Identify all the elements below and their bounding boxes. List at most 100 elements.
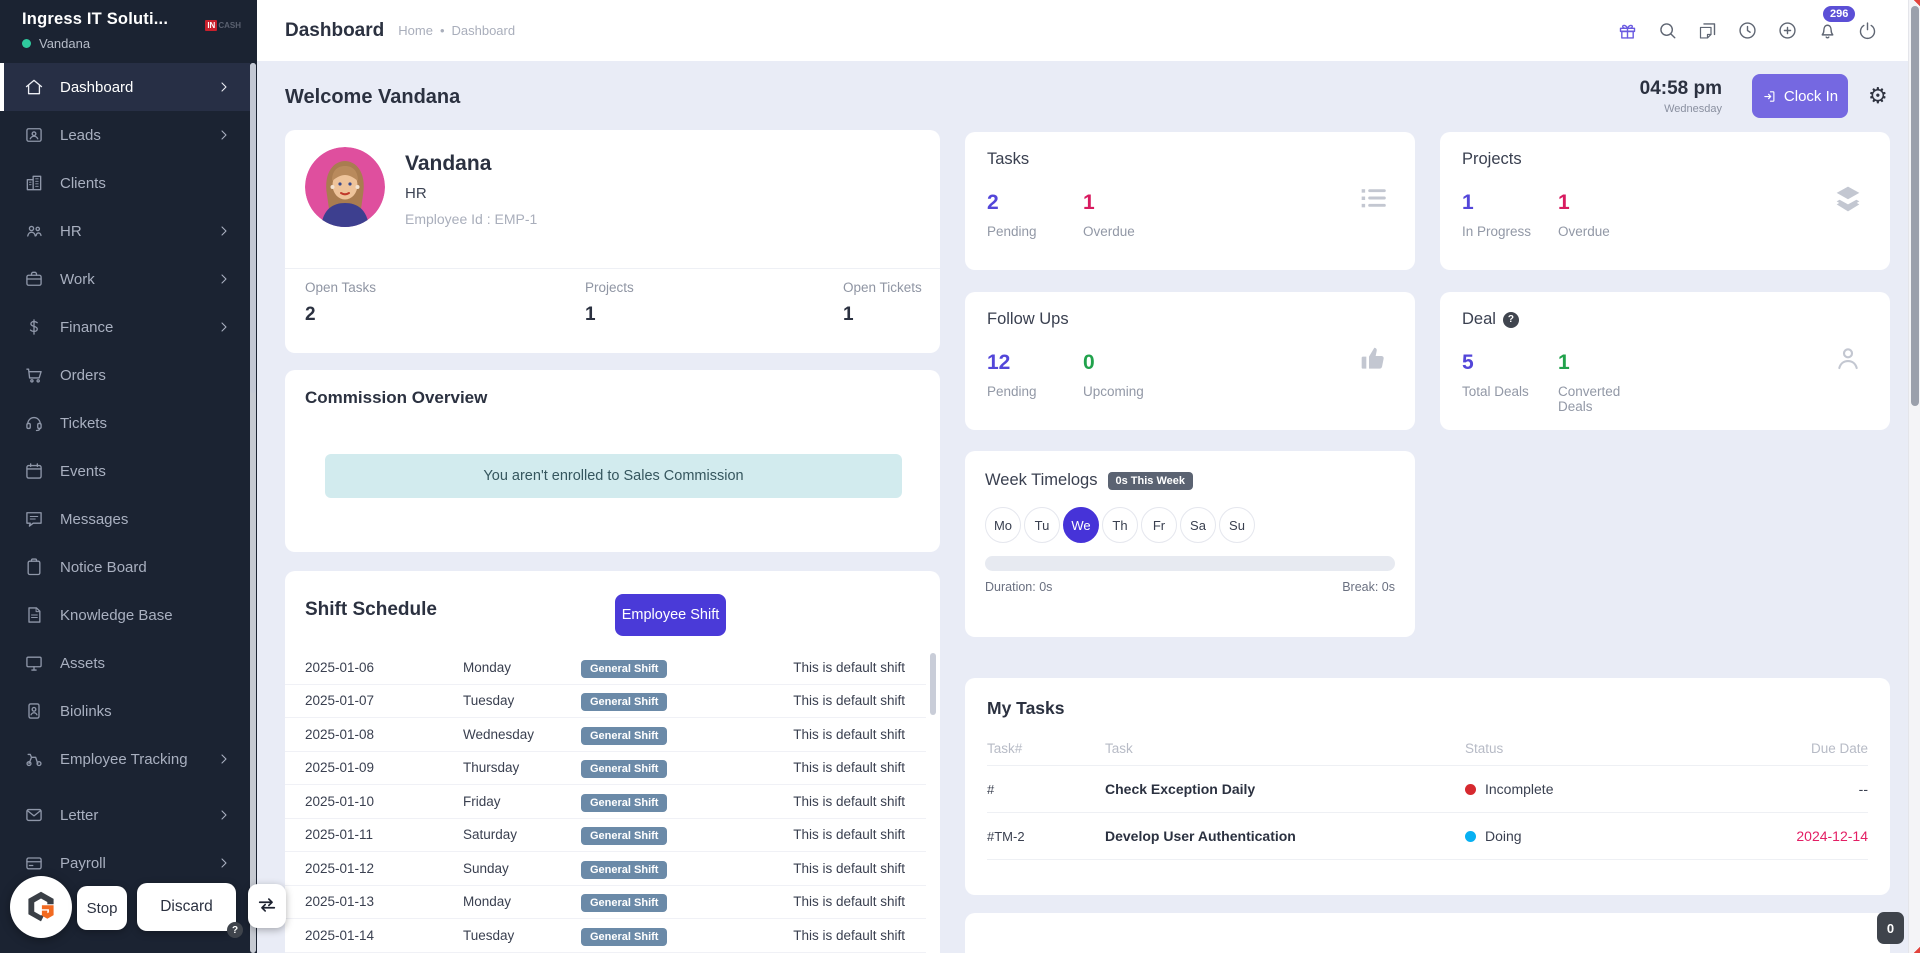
sidebar-item-tickets[interactable]: Tickets — [0, 399, 250, 447]
shift-badge: General Shift — [581, 760, 667, 778]
gear-icon[interactable]: ⚙ — [1868, 84, 1888, 109]
sidebar-item-leads[interactable]: Leads — [0, 111, 250, 159]
profile-name: Vandana — [405, 152, 491, 176]
sidebar-item-label: Assets — [60, 655, 232, 672]
sidebar-item-finance[interactable]: Finance — [0, 303, 250, 351]
sidebar-item-orders[interactable]: Orders — [0, 351, 250, 399]
metric-label: Overdue — [1558, 224, 1654, 239]
sidebar-scrollbar-thumb[interactable] — [250, 63, 256, 393]
task-row[interactable]: #TM-2Develop User AuthenticationDoing202… — [987, 813, 1868, 860]
page-scrollbar-thumb[interactable] — [1911, 6, 1919, 406]
extension-logo-button[interactable] — [10, 876, 72, 938]
sidebar-item-knowledge-base[interactable]: Knowledge Base — [0, 591, 250, 639]
sidebar-item-clients[interactable]: Clients — [0, 159, 250, 207]
breadcrumb-current: Dashboard — [452, 23, 516, 38]
search-icon[interactable] — [1657, 20, 1678, 41]
day-pill-mo[interactable]: Mo — [985, 507, 1021, 543]
week-timelogs-title: Week Timelogs — [985, 471, 1098, 490]
commission-overview-card: Commission Overview You aren't enrolled … — [285, 370, 940, 552]
notes-icon[interactable] — [1697, 20, 1718, 41]
metric-pending: 2Pending — [987, 191, 1083, 239]
history-icon[interactable] — [1737, 20, 1758, 41]
metric-value: 0 — [1083, 351, 1179, 375]
shift-note: This is default shift — [751, 928, 905, 943]
shift-note: This is default shift — [751, 760, 905, 775]
sidebar-item-employee-tracking[interactable]: Employee Tracking — [0, 735, 250, 783]
shift-note: This is default shift — [751, 693, 905, 708]
discard-button[interactable]: Discard — [137, 883, 236, 931]
metric-value: 1 — [1462, 191, 1558, 215]
brand-logo-primary: IN — [205, 20, 217, 31]
sidebar-item-hr[interactable]: HR — [0, 207, 250, 255]
sidebar-item-letter[interactable]: Letter — [0, 791, 250, 839]
shift-day: Tuesday — [463, 928, 581, 943]
timelog-break: Break: 0s — [1342, 580, 1395, 594]
shift-note: This is default shift — [751, 861, 905, 876]
metric-label: Overdue — [1083, 224, 1179, 239]
stat-label: Projects — [585, 280, 634, 295]
sidebar-item-dashboard[interactable]: Dashboard — [0, 63, 250, 111]
chevron-right-icon — [216, 319, 232, 335]
day-pill-tu[interactable]: Tu — [1024, 507, 1060, 543]
brand-header[interactable]: Ingress IT Soluti... IN CASH Vandana — [0, 0, 257, 63]
shift-schedule-title: Shift Schedule — [305, 599, 437, 621]
shift-badge: General Shift — [581, 861, 667, 879]
divider — [285, 268, 940, 269]
biolinks-icon — [24, 701, 44, 721]
day-pill-fr[interactable]: Fr — [1141, 507, 1177, 543]
profile-role: HR — [405, 185, 427, 202]
shift-row: 2025-01-10FridayGeneral ShiftThis is def… — [285, 785, 926, 819]
sidebar-item-messages[interactable]: Messages — [0, 495, 250, 543]
shift-day: Monday — [463, 660, 581, 675]
current-user: Vandana — [22, 36, 241, 51]
work-icon — [24, 269, 44, 289]
sidebar-scrollbar[interactable] — [250, 63, 256, 953]
shift-row: 2025-01-12SundayGeneral ShiftThis is def… — [285, 852, 926, 886]
help-badge[interactable]: ? — [227, 922, 243, 938]
shift-scrollbar[interactable] — [930, 653, 936, 953]
metric-label: In Progress — [1462, 224, 1558, 239]
clock-in-button[interactable]: Clock In — [1752, 74, 1848, 118]
breadcrumb-home[interactable]: Home — [398, 23, 433, 38]
clients-icon — [24, 173, 44, 193]
task-row[interactable]: #Check Exception DailyIncomplete-- — [987, 766, 1868, 813]
day-pill-we[interactable]: We — [1063, 507, 1099, 543]
hr-icon — [24, 221, 44, 241]
profile-employee-id: Employee Id : EMP-1 — [405, 211, 537, 227]
gift-icon[interactable] — [1617, 20, 1638, 41]
tickets-icon — [24, 413, 44, 433]
day-pill-th[interactable]: Th — [1102, 507, 1138, 543]
extension-logo — [23, 889, 59, 925]
employee-shift-button[interactable]: Employee Shift — [615, 594, 726, 636]
metric-label: Converted Deals — [1558, 384, 1654, 414]
sidebar-item-work[interactable]: Work — [0, 255, 250, 303]
sidebar-item-biolinks[interactable]: Biolinks — [0, 687, 250, 735]
stop-button[interactable]: Stop — [77, 886, 127, 930]
widget-count-badge[interactable]: 0 — [1877, 912, 1904, 944]
sidebar-item-label: Tickets — [60, 415, 232, 432]
bell-icon[interactable]: 296 — [1817, 20, 1838, 41]
status-dot — [1465, 784, 1476, 795]
plus-circle-icon[interactable] — [1777, 20, 1798, 41]
avatar[interactable] — [305, 147, 385, 227]
sidebar-item-assets[interactable]: Assets — [0, 639, 250, 687]
sidebar-item-label: HR — [60, 223, 216, 240]
knowledge-base-icon — [24, 605, 44, 625]
day-pill-sa[interactable]: Sa — [1180, 507, 1216, 543]
power-icon[interactable] — [1857, 20, 1878, 41]
sidebar: Ingress IT Soluti... IN CASH Vandana Das… — [0, 0, 257, 953]
follow-ups-card: Follow Ups12Pending0Upcoming — [965, 292, 1415, 430]
shift-scrollbar-thumb[interactable] — [930, 653, 936, 715]
card-title: Follow Ups — [987, 310, 1393, 329]
shift-date: 2025-01-08 — [305, 727, 463, 742]
layers-icon — [1832, 182, 1864, 214]
sidebar-item-events[interactable]: Events — [0, 447, 250, 495]
page-scrollbar[interactable] — [1908, 0, 1920, 953]
swap-arrows-button[interactable] — [248, 884, 286, 928]
shift-date: 2025-01-07 — [305, 693, 463, 708]
help-icon[interactable]: ? — [1503, 312, 1519, 328]
sidebar-item-notice-board[interactable]: Notice Board — [0, 543, 250, 591]
day-pill-su[interactable]: Su — [1219, 507, 1255, 543]
shift-day: Wednesday — [463, 727, 581, 742]
current-weekday: Wednesday — [1664, 103, 1722, 115]
